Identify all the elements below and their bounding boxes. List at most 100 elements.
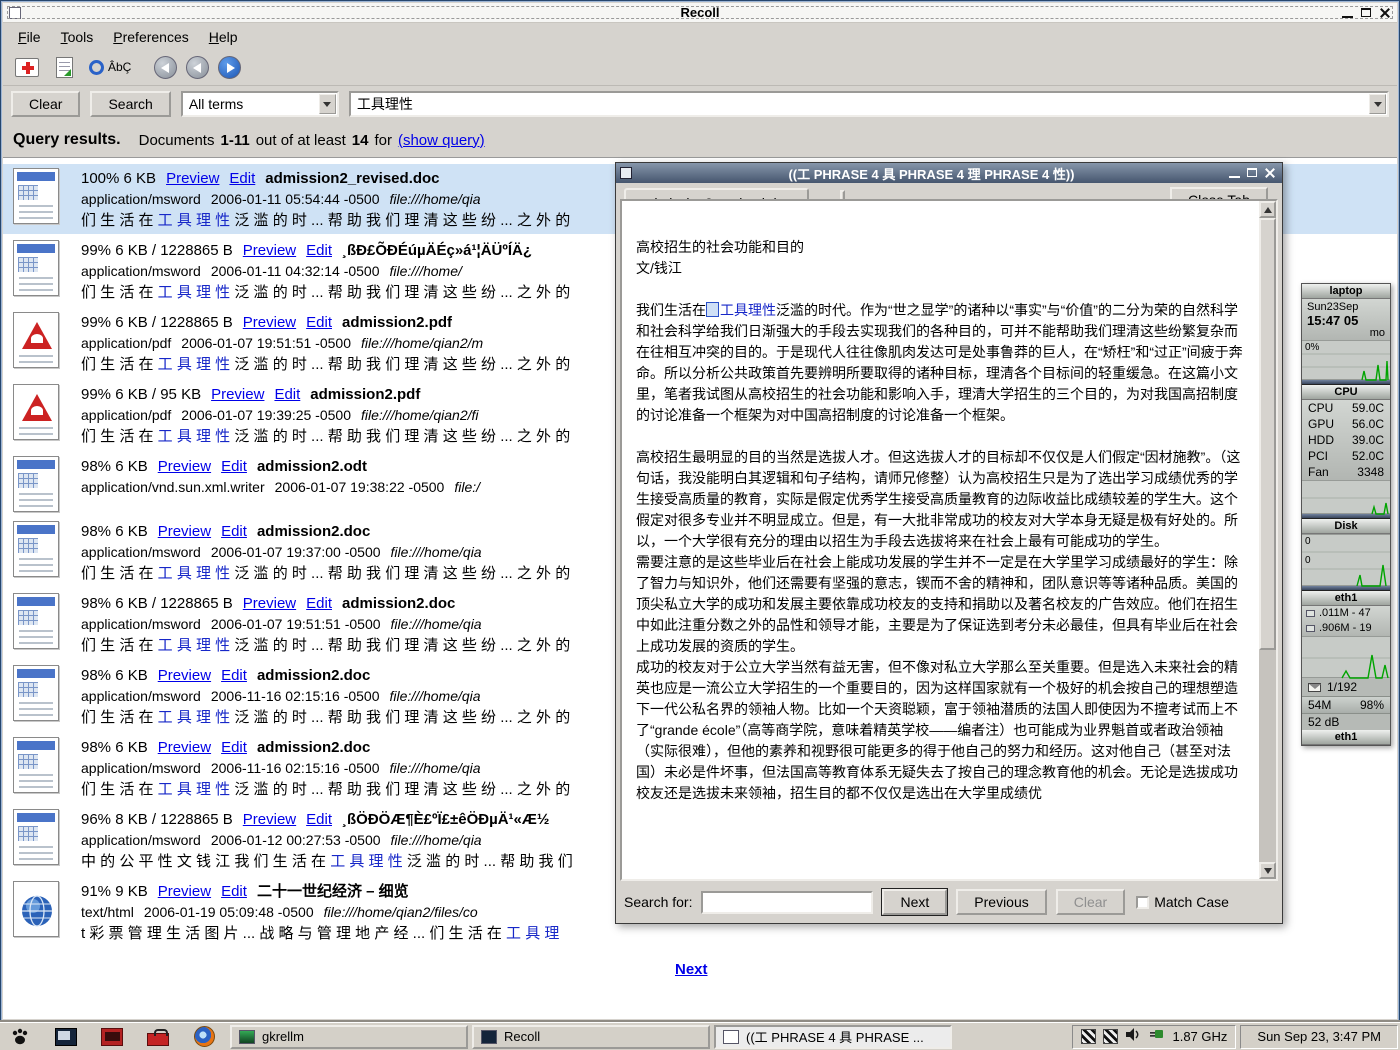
preview-link[interactable]: Preview — [243, 242, 296, 259]
prev-page-button[interactable] — [186, 56, 209, 79]
spell-tool-button[interactable]: ÂbÇ — [85, 53, 135, 81]
edit-link[interactable]: Edit — [306, 242, 332, 259]
query-combo[interactable] — [349, 91, 1389, 117]
term-explorer-button[interactable] — [11, 53, 43, 81]
volume-icon[interactable] — [1125, 1027, 1142, 1047]
scrollbar-thumb[interactable] — [1259, 218, 1276, 650]
result-title: admission2.pdf — [310, 386, 420, 403]
scroll-up-icon[interactable] — [1259, 201, 1276, 218]
sensor-row: HDD39.0C — [1302, 432, 1390, 448]
clear-button[interactable]: Clear — [11, 91, 80, 117]
recoll-icon — [481, 1030, 497, 1044]
minimize-button[interactable] — [1340, 6, 1355, 20]
result-url: file:///home/qia — [391, 832, 482, 848]
preview-link[interactable]: Preview — [158, 739, 211, 756]
chevron-down-icon[interactable] — [319, 94, 336, 114]
find-clear-button[interactable]: Clear — [1056, 889, 1125, 915]
menu-preferences[interactable]: Preferences — [104, 26, 198, 48]
preview-link[interactable]: Preview — [243, 595, 296, 612]
preview-link[interactable]: Preview — [158, 883, 211, 900]
disk-read-label: 0 — [1305, 536, 1311, 547]
preview-maximize-button[interactable] — [1245, 166, 1260, 180]
terminal-launcher-icon[interactable] — [54, 1026, 78, 1048]
menu-tools[interactable]: Tools — [52, 26, 103, 48]
keyboard-layout-icon[interactable] — [1103, 1029, 1118, 1044]
preview-link[interactable]: Preview — [158, 458, 211, 475]
gkrellm-icon — [239, 1030, 255, 1044]
result-date: 2006-01-07 19:38:22 -0500 — [275, 479, 445, 495]
query-input[interactable] — [357, 96, 1363, 112]
sensor-row: CPU59.0C — [1302, 400, 1390, 416]
doc-paragraph: 需要注意的是这些毕业后在社会上能成功发展的学生并不一定是在大学里学习成绩最好的学… — [636, 552, 1247, 657]
result-date: 2006-11-16 02:15:16 -0500 — [211, 688, 380, 704]
result-date: 2006-01-07 19:37:00 -0500 — [211, 544, 381, 560]
edit-link[interactable]: Edit — [221, 667, 247, 684]
gkrellm-hostname: laptop — [1302, 284, 1390, 299]
taskbar-button-gkrellm[interactable]: gkrellm — [230, 1025, 468, 1049]
preview-link[interactable]: Preview — [158, 667, 211, 684]
keyboard-layout-icon[interactable] — [1081, 1029, 1096, 1044]
preview-text-area[interactable]: 高校招生的社会功能和目的 文/钱江 我们生活在工具理性泛滥的时代。作为“世之显学… — [620, 199, 1278, 881]
volume-row: 52 dB — [1302, 713, 1390, 730]
next-page-button[interactable] — [218, 56, 241, 79]
taskbar-clock[interactable]: Sun Sep 23, 3:47 PM — [1240, 1025, 1398, 1049]
taskbar-button-recoll[interactable]: Recoll — [472, 1025, 710, 1049]
edit-link[interactable]: Edit — [306, 595, 332, 612]
search-mode-combo[interactable]: All terms — [181, 91, 339, 117]
result-snippet: t 彩 票 管 理 生 活 图 片 ... 战 略 与 管 理 地 产 经 ..… — [81, 923, 1397, 944]
toolbox-launcher-icon[interactable] — [146, 1026, 170, 1048]
first-page-button[interactable] — [154, 56, 177, 79]
editor-launcher-icon[interactable] — [100, 1026, 124, 1048]
menu-file[interactable]: File — [9, 26, 50, 48]
preview-search-input[interactable] — [701, 891, 873, 914]
find-previous-button[interactable]: Previous — [956, 889, 1046, 915]
preview-app-icon — [620, 167, 632, 179]
preview-minimize-button[interactable] — [1227, 166, 1242, 180]
query-results-label: Query results. — [13, 131, 121, 149]
taskbar-button-preview[interactable]: ((工 PHRASE 4 具 PHRASE ... — [714, 1025, 952, 1049]
scroll-down-icon[interactable] — [1259, 862, 1276, 879]
result-title: admission2.doc — [342, 595, 455, 612]
edit-link[interactable]: Edit — [306, 811, 332, 828]
preview-titlebar[interactable]: ((工 PHRASE 4 具 PHRASE 4 理 PHRASE 4 性)) — [616, 163, 1282, 183]
edit-link[interactable]: Edit — [274, 386, 300, 403]
result-title: admission2.pdf — [342, 314, 452, 331]
search-button[interactable]: Search — [90, 91, 170, 117]
document-history-button[interactable] — [50, 53, 78, 81]
chevron-down-icon[interactable] — [1369, 94, 1386, 114]
edit-link[interactable]: Edit — [229, 170, 255, 187]
preview-link[interactable]: Preview — [211, 386, 264, 403]
power-plug-icon[interactable] — [1149, 1027, 1165, 1046]
maximize-button[interactable] — [1359, 6, 1374, 20]
sensor-row: PCI52.0C — [1302, 448, 1390, 464]
gkrellm-monitor[interactable]: laptop Sun23Sep 15:47 05 mo 0% CPU CPU59… — [1301, 283, 1391, 746]
preview-link[interactable]: Preview — [166, 170, 219, 187]
show-query-link[interactable]: (show query) — [398, 132, 485, 149]
mail-row[interactable]: 1/192 — [1302, 678, 1390, 696]
find-next-button[interactable]: Next — [882, 889, 947, 915]
preview-link[interactable]: Preview — [158, 523, 211, 540]
firefox-launcher-icon[interactable] — [192, 1026, 216, 1048]
doc-file-icon — [13, 168, 59, 224]
titlebar[interactable]: Recoll — [3, 3, 1397, 23]
match-case-checkbox[interactable] — [1136, 896, 1149, 909]
edit-link[interactable]: Edit — [221, 739, 247, 756]
close-button[interactable] — [1378, 6, 1393, 20]
menu-help[interactable]: Help — [200, 26, 247, 48]
preview-scrollbar[interactable] — [1259, 201, 1276, 879]
edit-link[interactable]: Edit — [221, 883, 247, 900]
next-results-link[interactable]: Next — [675, 961, 708, 978]
edit-link[interactable]: Edit — [221, 458, 247, 475]
result-date: 2006-01-11 05:54:44 -0500 — [211, 191, 380, 207]
net-chart — [1302, 636, 1390, 678]
edit-link[interactable]: Edit — [306, 314, 332, 331]
disk-section-label: Disk — [1302, 519, 1390, 534]
preview-link[interactable]: Preview — [243, 811, 296, 828]
window-manager-icon[interactable] — [8, 1026, 32, 1048]
result-mime: application/vnd.sun.xml.writer — [81, 479, 265, 495]
preview-link[interactable]: Preview — [243, 314, 296, 331]
system-tray: 1.87 GHz — [1072, 1025, 1236, 1049]
preview-close-button[interactable] — [1263, 166, 1278, 180]
doc-file-icon — [13, 665, 59, 721]
edit-link[interactable]: Edit — [221, 523, 247, 540]
